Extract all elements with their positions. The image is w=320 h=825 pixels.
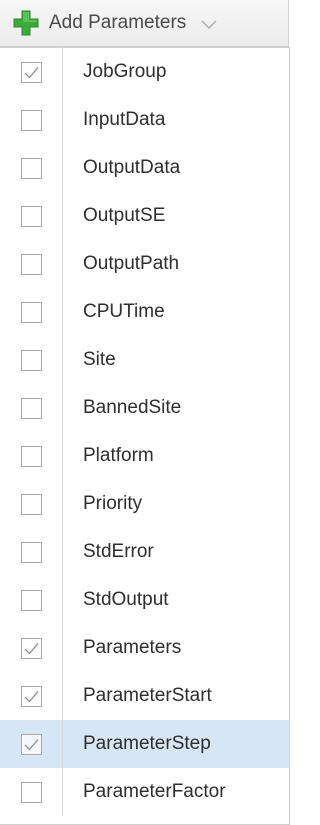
menu-item-label: Priority: [83, 493, 143, 514]
column-divider: [62, 96, 63, 144]
check-icon: [24, 690, 39, 703]
column-divider: [62, 336, 63, 384]
checkbox-cell: [0, 288, 62, 336]
checkbox-cell: [0, 624, 62, 672]
checkbox-cell: [0, 432, 62, 480]
column-divider: [62, 47, 63, 96]
menu-item[interactable]: ParameterFactor: [0, 768, 289, 816]
menu-item-label: OutputSE: [83, 205, 166, 226]
checkbox-cell: [0, 336, 62, 384]
check-icon: [24, 66, 39, 79]
checkbox-cell: [0, 240, 62, 288]
menu-item-label: ParameterStart: [83, 685, 212, 706]
menu-item-label: ParameterFactor: [83, 781, 226, 802]
column-divider: [62, 480, 63, 528]
column-divider: [62, 672, 63, 720]
menu-item[interactable]: Platform: [0, 432, 289, 480]
menu-item-label: BannedSite: [83, 397, 182, 418]
add-parameters-label: Add Parameters: [49, 12, 187, 33]
menu-item[interactable]: OutputData: [0, 144, 289, 192]
plus-icon: [13, 10, 39, 36]
checkbox-unchecked[interactable]: [20, 445, 42, 467]
menu-item[interactable]: CPUTime: [0, 288, 289, 336]
menu-item[interactable]: InputData: [0, 96, 289, 144]
chevron-down-icon: [200, 17, 218, 30]
parameters-menu: JobGroup InputData OutputData OutputSE Outpu…: [0, 47, 290, 825]
checkbox-checked[interactable]: [20, 733, 42, 755]
column-divider: [62, 240, 63, 288]
menu-item-label: StdError: [83, 541, 154, 562]
checkbox-cell: [0, 48, 62, 96]
menu-item[interactable]: Priority: [0, 480, 289, 528]
checkbox-unchecked[interactable]: [20, 205, 42, 227]
checkbox-unchecked[interactable]: [20, 157, 42, 179]
checkbox-cell: [0, 672, 62, 720]
checkbox-unchecked[interactable]: [20, 589, 42, 611]
add-parameters-widget: Add Parameters JobGroup InputData OutputDa…: [0, 0, 290, 825]
checkbox-checked[interactable]: [20, 685, 42, 707]
menu-item-label: ParameterStep: [83, 733, 211, 754]
menu-item-label: OutputData: [83, 157, 181, 178]
checkbox-cell: [0, 528, 62, 576]
menu-item-label: CPUTime: [83, 301, 165, 322]
menu-item-label: InputData: [83, 109, 166, 130]
menu-item[interactable]: Parameters: [0, 624, 289, 672]
checkbox-unchecked[interactable]: [20, 301, 42, 323]
checkbox-unchecked[interactable]: [20, 541, 42, 563]
checkbox-unchecked[interactable]: [20, 493, 42, 515]
menu-item[interactable]: Site: [0, 336, 289, 384]
checkbox-unchecked[interactable]: [20, 253, 42, 275]
menu-item-label: Site: [83, 349, 116, 370]
checkbox-checked[interactable]: [20, 61, 42, 83]
checkbox-checked[interactable]: [20, 637, 42, 659]
menu-item[interactable]: BannedSite: [0, 384, 289, 432]
checkbox-cell: [0, 768, 62, 816]
menu-item-label: JobGroup: [83, 61, 167, 82]
check-icon: [24, 738, 39, 751]
checkbox-cell: [0, 96, 62, 144]
column-divider: [62, 432, 63, 480]
checkbox-cell: [0, 480, 62, 528]
checkbox-cell: [0, 384, 62, 432]
checkbox-unchecked[interactable]: [20, 109, 42, 131]
column-divider: [62, 288, 63, 336]
column-divider: [62, 576, 63, 624]
menu-item-label: Platform: [83, 445, 154, 466]
menu-item-label: StdOutput: [83, 589, 169, 610]
column-divider: [62, 720, 63, 768]
menu-item[interactable]: ParameterStart: [0, 672, 289, 720]
column-divider: [62, 192, 63, 240]
menu-item[interactable]: StdOutput: [0, 576, 289, 624]
add-parameters-button[interactable]: Add Parameters: [0, 0, 289, 47]
column-divider: [62, 528, 63, 576]
check-icon: [24, 642, 39, 655]
menu-item[interactable]: StdError: [0, 528, 289, 576]
menu-item-label: Parameters: [83, 637, 182, 658]
parameters-list: JobGroup InputData OutputData OutputSE Outpu…: [0, 47, 289, 816]
checkbox-unchecked[interactable]: [20, 397, 42, 419]
column-divider: [62, 768, 63, 816]
checkbox-cell: [0, 720, 62, 768]
checkbox-cell: [0, 576, 62, 624]
checkbox-cell: [0, 192, 62, 240]
column-divider: [62, 384, 63, 432]
menu-item[interactable]: ParameterStep: [0, 720, 289, 768]
checkbox-unchecked[interactable]: [20, 349, 42, 371]
column-divider: [62, 144, 63, 192]
menu-item[interactable]: OutputSE: [0, 192, 289, 240]
checkbox-unchecked[interactable]: [20, 781, 42, 803]
menu-item-label: OutputPath: [83, 253, 180, 274]
checkbox-cell: [0, 144, 62, 192]
menu-item[interactable]: JobGroup: [0, 47, 289, 96]
column-divider: [62, 624, 63, 672]
menu-item[interactable]: OutputPath: [0, 240, 289, 288]
